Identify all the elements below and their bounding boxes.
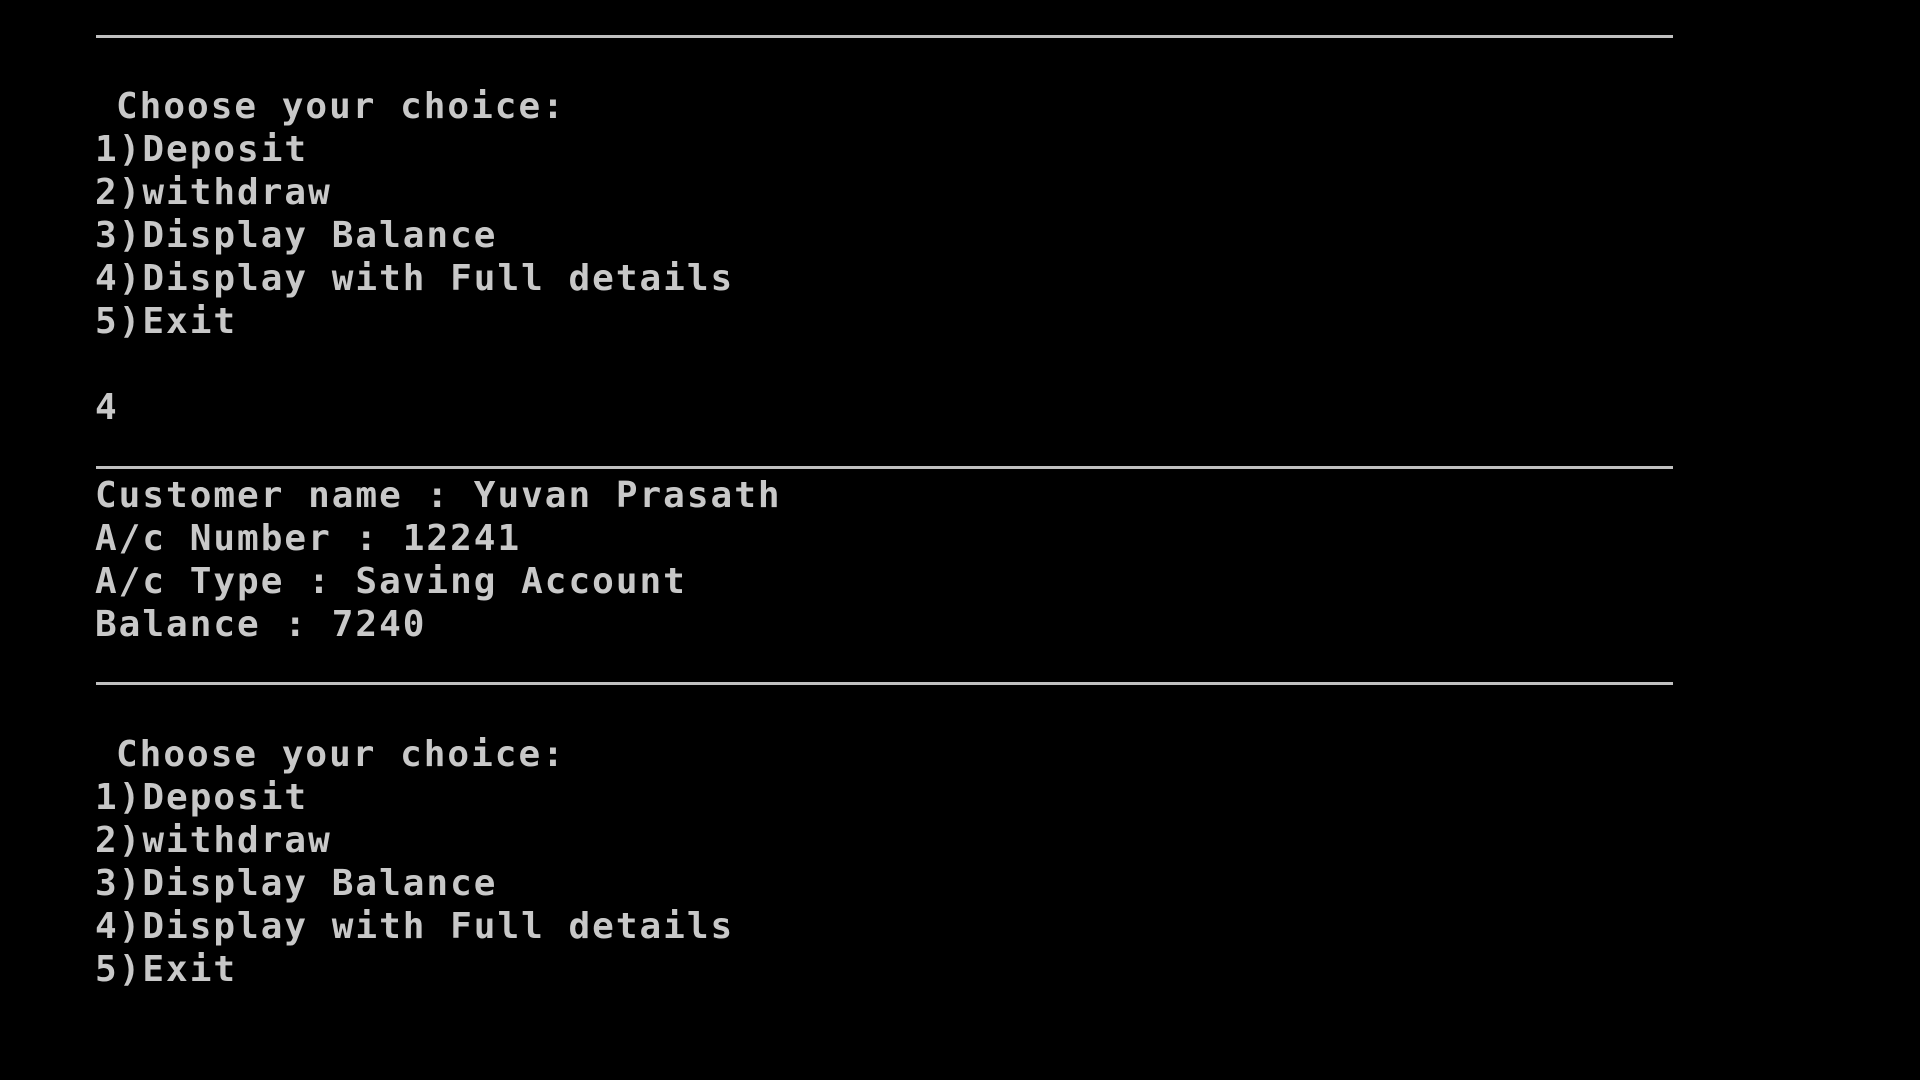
user-input: 4 bbox=[95, 387, 119, 428]
menu-option-withdraw: 2)withdraw bbox=[95, 172, 332, 213]
menu-option-display-full-details: 4)Display with Full details bbox=[95, 258, 735, 299]
account-type: A/c Type : Saving Account bbox=[95, 561, 687, 602]
customer-name: Customer name : Yuvan Prasath bbox=[95, 475, 782, 516]
menu-prompt: Choose your choice: bbox=[116, 734, 566, 775]
console-screen[interactable]: Choose your choice: 1)Deposit 2)withdraw… bbox=[0, 0, 1920, 1080]
menu-option-display-balance: 3)Display Balance bbox=[95, 215, 498, 256]
account-number: A/c Number : 12241 bbox=[95, 518, 522, 559]
menu-option-withdraw: 2)withdraw bbox=[95, 820, 332, 861]
menu-option-deposit: 1)Deposit bbox=[95, 777, 309, 818]
menu-option-exit: 5)Exit bbox=[95, 949, 238, 990]
separator-line bbox=[96, 35, 1673, 38]
menu-option-display-full-details: 4)Display with Full details bbox=[95, 906, 735, 947]
menu-option-display-balance: 3)Display Balance bbox=[95, 863, 498, 904]
menu-option-exit: 5)Exit bbox=[95, 301, 238, 342]
separator-line bbox=[96, 682, 1673, 685]
menu-prompt: Choose your choice: bbox=[116, 86, 566, 127]
separator-line bbox=[96, 466, 1673, 469]
account-balance: Balance : 7240 bbox=[95, 604, 427, 645]
menu-option-deposit: 1)Deposit bbox=[95, 129, 309, 170]
